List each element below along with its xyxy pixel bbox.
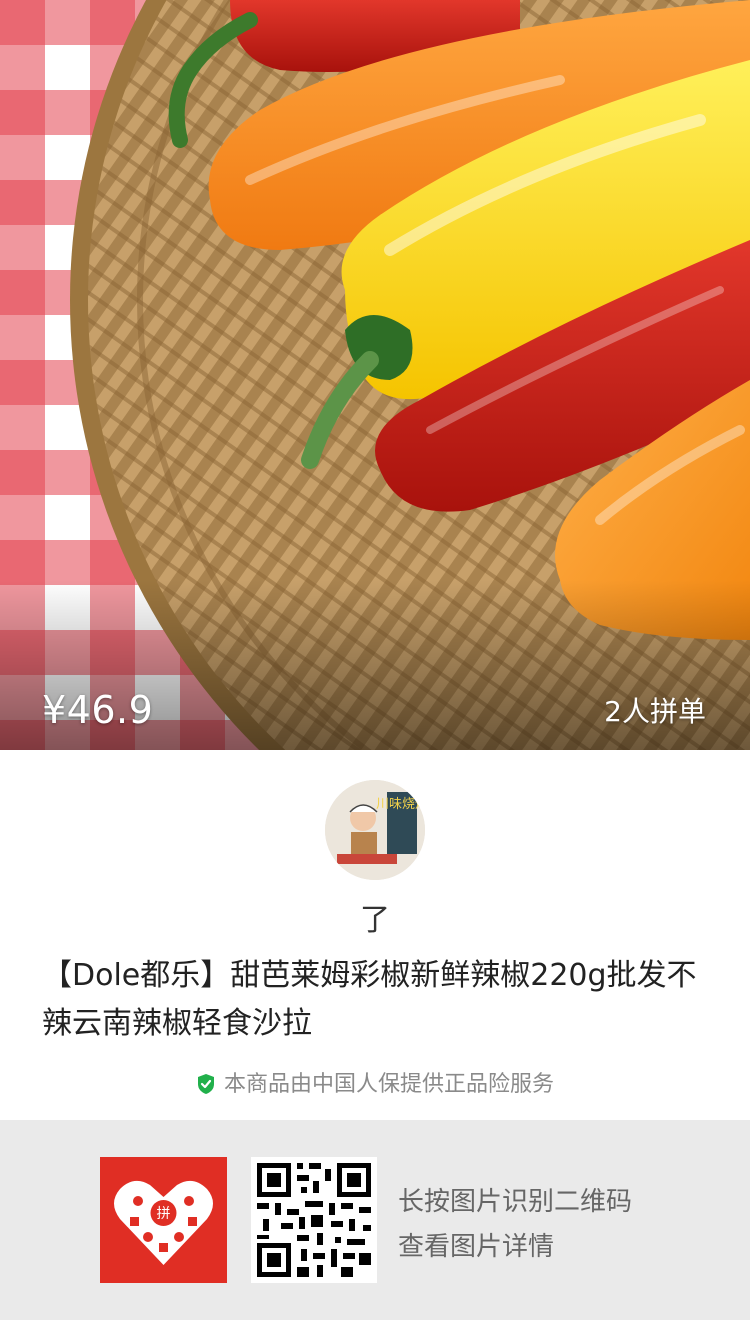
price-label: ¥46.9	[42, 688, 154, 732]
avatar-image: 川味烧烤	[325, 780, 425, 880]
avatar-sign-text: 川味烧烤	[376, 797, 425, 812]
product-image[interactable]: ¥46.9 2人拼单	[0, 0, 750, 750]
guarantee-badge: 本商品由中国人保提供正品险服务	[0, 1066, 750, 1101]
qr-hint-line1: 长按图片识别二维码	[398, 1187, 633, 1217]
avatar[interactable]: 川味烧烤	[325, 780, 425, 880]
qr-hint-line2: 查看图片详情	[398, 1232, 555, 1262]
qr-hint: 长按图片识别二维码 查看图片详情	[398, 1180, 632, 1270]
group-buy-label: 2人拼单	[604, 695, 706, 728]
shield-check-icon	[196, 1073, 216, 1101]
qr-code-icon[interactable]	[251, 1157, 377, 1283]
seller-nickname: 了	[360, 903, 390, 938]
pinduoduo-logo-icon: 拼	[100, 1157, 227, 1283]
share-footer: 拼 长按图片识别二维码 查看图片详情	[0, 1120, 750, 1320]
guarantee-text: 本商品由中国人保提供正品险服务	[223, 1072, 554, 1097]
product-title: 【Dole都乐】甜芭莱姆彩椒新鲜辣椒220g批发不辣云南辣椒轻食沙拉	[42, 958, 697, 1041]
logo-text: 拼	[157, 1206, 171, 1222]
